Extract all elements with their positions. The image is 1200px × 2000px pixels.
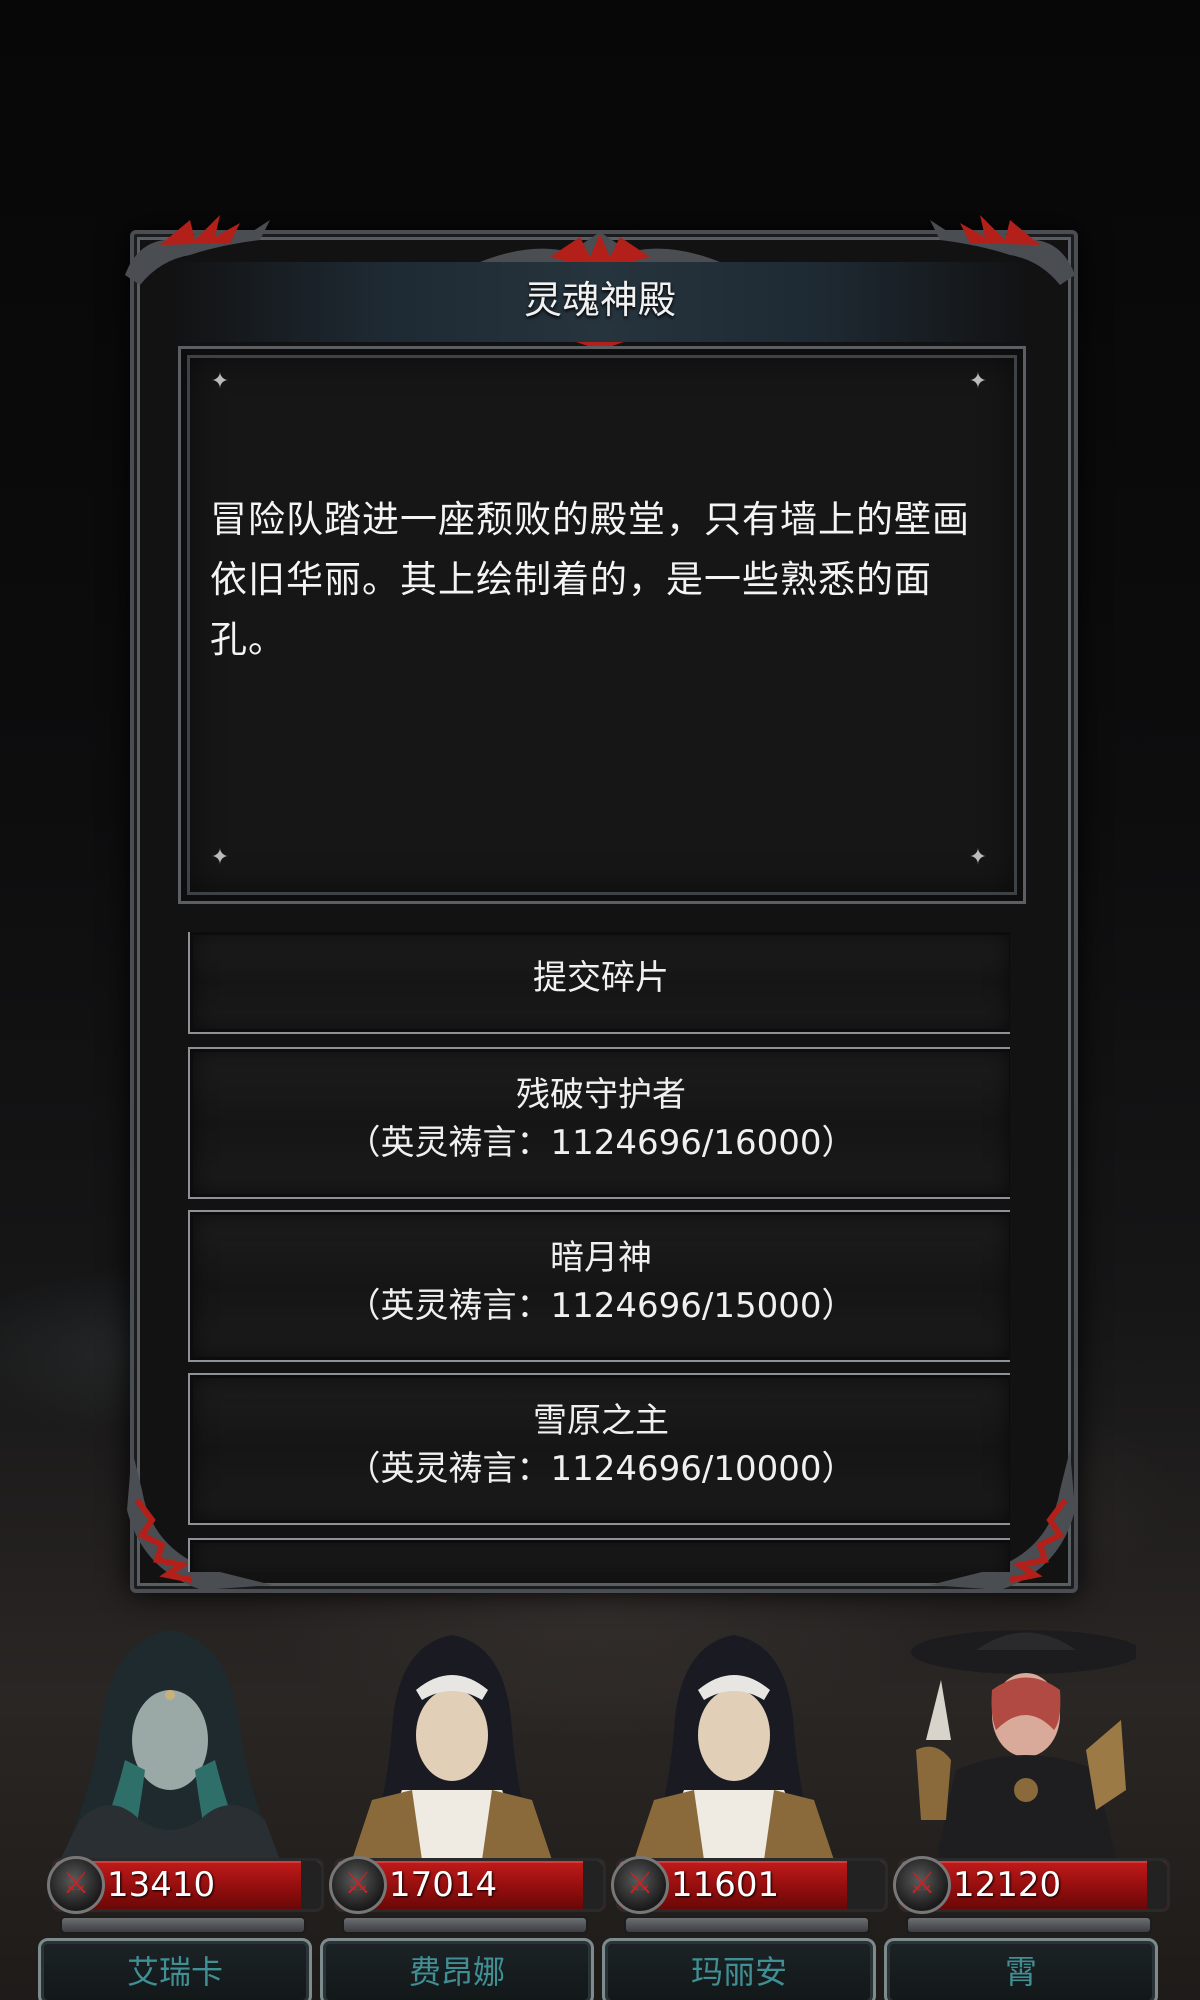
option-button-dark-moon-god[interactable]: 暗月神 （英灵祷言：1124696/15000） (188, 1210, 1010, 1362)
sparkle-icon: ✦ (210, 369, 230, 394)
hero-portrait-hooded-mage (60, 1630, 280, 1860)
party-member-2[interactable]: ⚔ 17014 费昂娜 (312, 1620, 606, 2000)
option-label: 暗月神 (550, 1238, 652, 1278)
option-label: 提交碎片 (533, 958, 669, 998)
hp-value: 17014 (389, 1865, 498, 1905)
option-button-broken-guardian[interactable]: 残破守护者 （英灵祷言：1124696/16000） (188, 1047, 1010, 1199)
hp-bar: ⚔ 13410 (47, 1856, 324, 1914)
dialog-title: 灵魂神殿 (523, 278, 676, 322)
hero-portrait-nun (634, 1635, 834, 1860)
hp-bar: ⚔ 12120 (893, 1856, 1170, 1914)
option-label: 残破守护者 (516, 1075, 686, 1115)
blood-drop-icon: ⚔ (893, 1856, 951, 1914)
game-screen: 灵魂神殿 ✦ ✦ ✦ ✦ 冒险队踏进一座颓败的殿堂，只有墙上的壁画依旧华丽。其上… (0, 0, 1200, 2000)
hp-value: 11601 (671, 1865, 780, 1905)
hero-name-plate: 费昂娜 (320, 1938, 594, 2000)
option-button-partial[interactable] (188, 1538, 1010, 1572)
event-description: 冒险队踏进一座颓败的殿堂，只有墙上的壁画依旧华丽。其上绘制着的，是一些熟悉的面孔… (210, 498, 970, 661)
mp-bar (624, 1916, 870, 1934)
sparkle-icon: ✦ (968, 369, 988, 394)
hero-portrait-nun (352, 1635, 552, 1860)
blood-drop-icon: ⚔ (611, 1856, 669, 1914)
party-member-4[interactable]: ⚔ 12120 霄 (876, 1620, 1170, 2000)
sparkle-icon: ✦ (210, 845, 230, 870)
hero-name-plate: 霄 (884, 1938, 1158, 2000)
party-member-3[interactable]: ⚔ 11601 玛丽安 (594, 1620, 888, 2000)
hp-value: 12120 (953, 1865, 1062, 1905)
option-cost: （英灵祷言：1124696/10000） (346, 1449, 856, 1489)
hp-bar: ⚔ 17014 (329, 1856, 606, 1914)
option-list: 提交碎片 残破守护者 （英灵祷言：1124696/16000） 暗月神 （英灵祷… (188, 932, 1010, 1572)
hp-value: 13410 (107, 1865, 216, 1905)
hero-portrait-assassin (911, 1630, 1136, 1860)
blood-drop-icon: ⚔ (329, 1856, 387, 1914)
hp-bar: ⚔ 11601 (611, 1856, 888, 1914)
blood-drop-icon: ⚔ (47, 1856, 105, 1914)
mp-bar (60, 1916, 306, 1934)
mp-bar (342, 1916, 588, 1934)
option-label: 雪原之主 (533, 1401, 669, 1441)
party-member-1[interactable]: ⚔ 13410 艾瑞卡 (30, 1620, 324, 2000)
hp-empty-segment (1147, 1861, 1167, 1909)
submit-fragments-button[interactable]: 提交碎片 (188, 932, 1010, 1034)
option-button-snowfield-lord[interactable]: 雪原之主 （英灵祷言：1124696/10000） (188, 1373, 1010, 1525)
option-cost: （英灵祷言：1124696/16000） (346, 1123, 856, 1163)
hero-name-plate: 玛丽安 (602, 1938, 876, 2000)
mp-bar (906, 1916, 1152, 1934)
hero-name-plate: 艾瑞卡 (38, 1938, 312, 2000)
option-cost: （英灵祷言：1124696/15000） (346, 1286, 856, 1326)
sparkle-icon: ✦ (968, 845, 988, 870)
